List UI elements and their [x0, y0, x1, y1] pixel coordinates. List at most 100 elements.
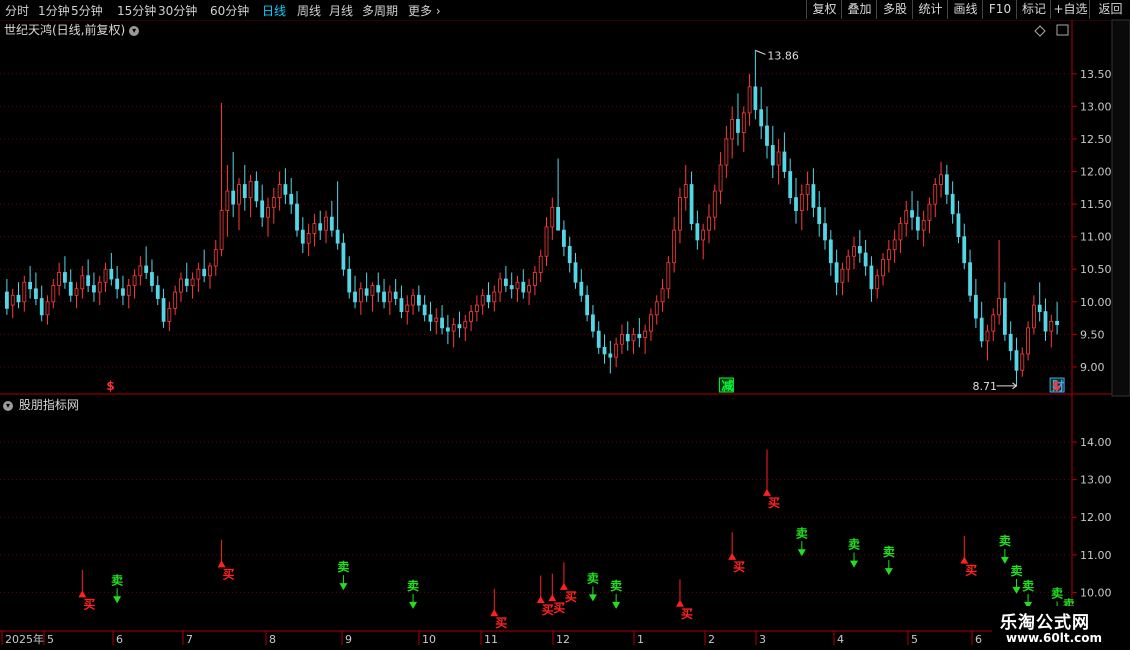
date-label: 1	[637, 633, 644, 646]
candle-body	[997, 298, 1001, 316]
sell-signal-label: 卖	[1010, 563, 1022, 578]
candle-body	[736, 119, 740, 133]
candle-body	[567, 246, 572, 264]
candle-body	[480, 294, 485, 306]
candle-body	[150, 272, 154, 286]
kline-chart[interactable]: 13.50 13.00 12.50 12.00 11.50 11.00 10.50 10.00…	[0, 0, 1130, 650]
candle-body	[121, 288, 125, 296]
price-tick-label: 9.50	[1080, 328, 1105, 341]
price-tick-label: 10.50	[1080, 263, 1112, 276]
price-tick-label: 11.50	[1080, 198, 1112, 211]
candle-body	[179, 278, 183, 293]
candle-body	[689, 184, 694, 225]
price-tick-label: 12.50	[1080, 133, 1112, 146]
candle-body	[45, 301, 50, 316]
candle-body	[707, 216, 711, 231]
sell-arrow-icon	[339, 583, 348, 591]
candle-body	[440, 317, 444, 329]
sell-signal-label: 卖	[796, 525, 808, 540]
buy-arrow-icon	[559, 582, 568, 590]
candle-body	[875, 275, 880, 290]
candle-body	[724, 138, 729, 166]
candle-body	[451, 324, 456, 332]
candle-body	[399, 298, 404, 312]
buy-signal-label: 买	[83, 597, 95, 611]
candle-body	[979, 317, 984, 342]
candle-body	[144, 265, 149, 273]
candle-body	[910, 210, 914, 218]
candle-body	[701, 229, 706, 241]
date-label: 5	[47, 633, 54, 646]
candle-body	[173, 291, 178, 309]
sell-arrow-icon	[612, 601, 621, 609]
buy-arrow-icon	[728, 552, 737, 560]
candle-body	[1014, 350, 1019, 371]
candle-body	[428, 314, 433, 322]
candle-body	[591, 314, 595, 332]
buy-signal-label: 买	[495, 616, 507, 630]
candle-body	[457, 324, 462, 329]
sell-arrow-icon	[113, 596, 122, 604]
candle-body	[445, 327, 450, 332]
candle-body	[34, 288, 38, 299]
candle-body	[295, 203, 299, 231]
candle-body	[486, 294, 491, 303]
watermark-url: www.60lt.com	[1006, 631, 1103, 645]
date-label: 2025年	[5, 632, 44, 646]
candle-body	[718, 164, 723, 192]
candle-body	[846, 255, 851, 270]
candle-body	[533, 272, 537, 286]
candle-body	[1008, 333, 1013, 352]
event-marker: 减	[721, 378, 733, 393]
buy-signal-label: 买	[965, 564, 977, 578]
buy-signal-label: 买	[681, 607, 693, 621]
candle-body	[167, 307, 172, 322]
buy-signal-label: 买	[733, 560, 745, 574]
candle-body	[915, 216, 920, 231]
high-price-label: 13.86	[767, 49, 799, 62]
candle-body	[155, 285, 160, 299]
candle-body	[695, 223, 700, 241]
candle-body	[22, 281, 27, 303]
candle-body	[950, 193, 955, 215]
candle-body	[463, 320, 468, 329]
candle-body	[242, 184, 247, 198]
event-marker: $	[106, 379, 114, 393]
candle-body	[805, 184, 810, 195]
candle-body	[973, 294, 978, 319]
candle-body	[939, 174, 943, 185]
buy-signal-label: 买	[553, 601, 565, 615]
buy-arrow-icon	[217, 560, 226, 568]
candle-body	[573, 262, 578, 283]
candle-body	[97, 281, 102, 293]
candle-body	[799, 193, 804, 212]
candle-body	[492, 291, 497, 303]
candle-body	[370, 285, 375, 296]
candle-body	[132, 275, 137, 286]
candle-body	[364, 288, 369, 296]
candles	[5, 50, 1059, 386]
candle-body	[271, 197, 276, 208]
candle-body	[329, 216, 334, 231]
candle-body	[10, 294, 15, 306]
sell-signal-label: 卖	[610, 578, 622, 593]
candle-body	[202, 268, 207, 277]
candle-body	[962, 236, 967, 264]
candle-body	[1049, 320, 1054, 332]
candle-body	[631, 333, 636, 342]
candle-body	[306, 233, 311, 244]
candle-body	[469, 311, 473, 322]
candle-body	[1043, 311, 1048, 332]
buy-arrow-icon	[490, 609, 499, 617]
candle-body	[1002, 298, 1007, 335]
date-label: 4	[837, 633, 844, 646]
candle-body	[823, 223, 827, 241]
date-label: 6	[975, 633, 982, 646]
sell-signal-label: 卖	[999, 533, 1011, 548]
candle-body	[509, 285, 514, 290]
candle-body	[266, 206, 270, 218]
candle-body	[416, 294, 421, 306]
candle-body	[782, 151, 787, 172]
side-panel	[1111, 19, 1130, 397]
candle-body	[562, 229, 566, 247]
